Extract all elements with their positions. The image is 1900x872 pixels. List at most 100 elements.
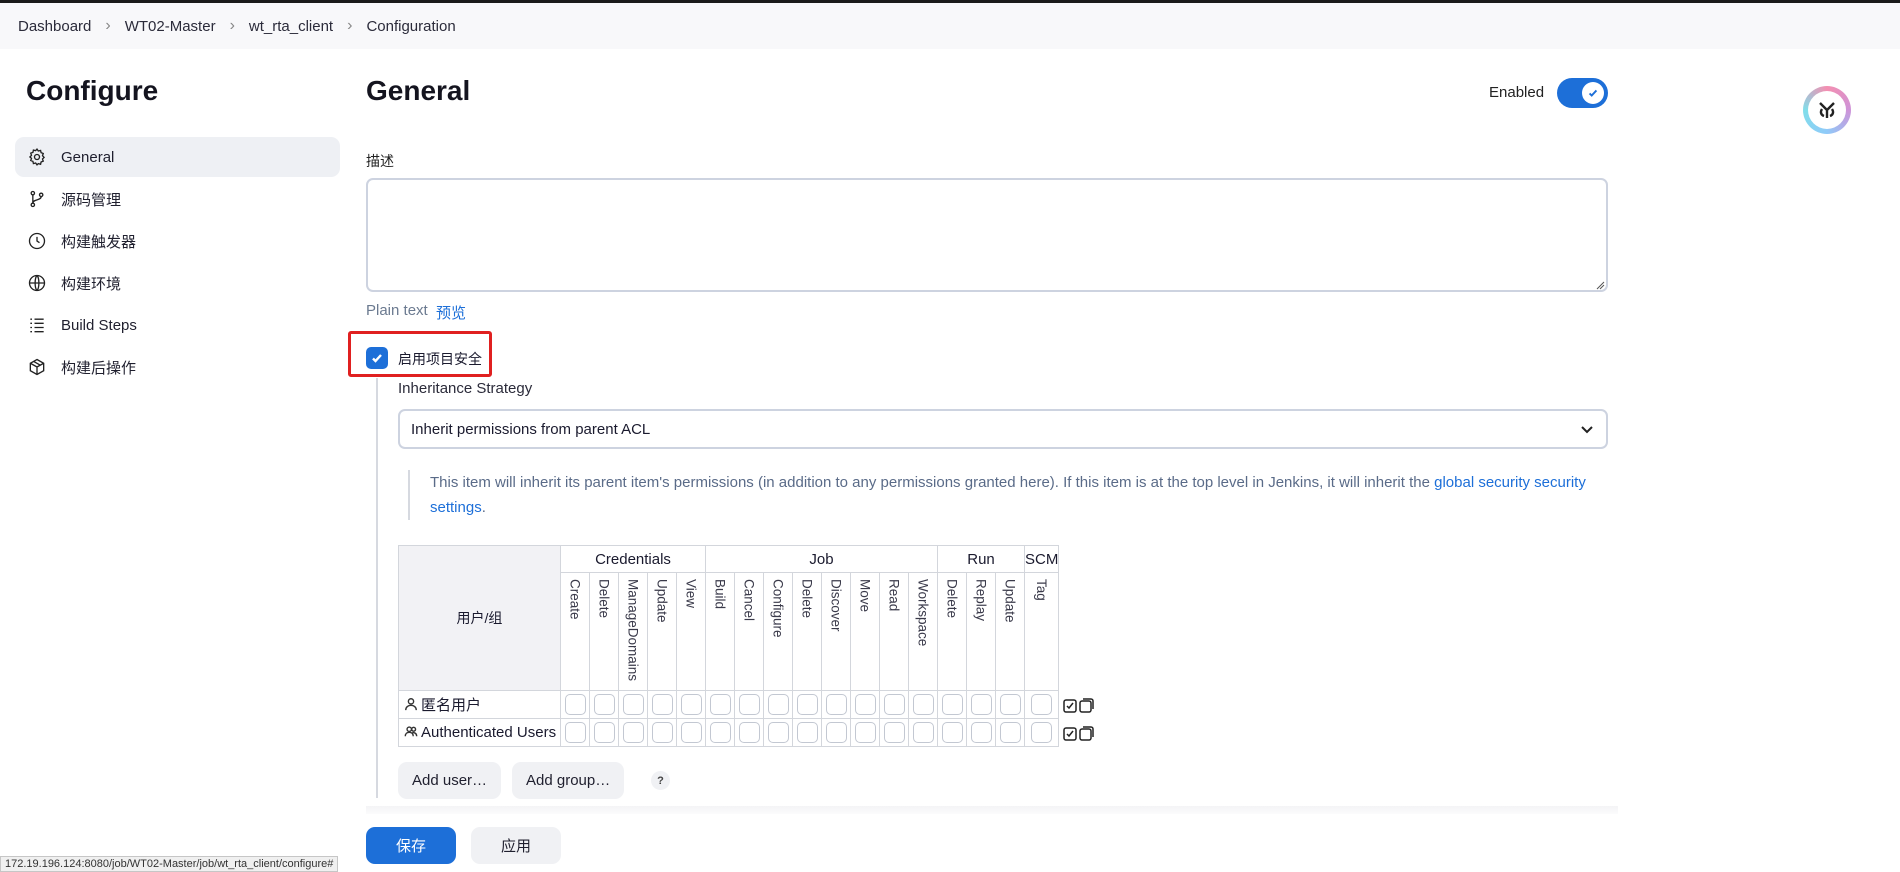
inheritance-strategy-select[interactable]: Inherit permissions from parent ACL bbox=[398, 409, 1608, 449]
add-group-button[interactable]: Add group… bbox=[512, 762, 625, 799]
permission-checkbox[interactable] bbox=[564, 722, 586, 743]
permission-column-label: Update bbox=[1002, 579, 1018, 623]
add-user-button[interactable]: Add user… bbox=[398, 762, 502, 799]
table-row: Authenticated Users bbox=[398, 718, 1096, 747]
unselect-all-icon[interactable] bbox=[1079, 726, 1095, 741]
permission-checkbox[interactable] bbox=[622, 694, 644, 715]
sidebar-item-build-steps[interactable]: Build Steps bbox=[15, 305, 340, 345]
permission-cell bbox=[850, 690, 880, 719]
permission-checkbox[interactable] bbox=[651, 694, 673, 715]
sidebar-item-post-build[interactable]: 构建后操作 bbox=[15, 347, 340, 387]
footer-divider bbox=[366, 806, 1618, 814]
permission-checkbox[interactable] bbox=[593, 694, 615, 715]
permission-checkbox[interactable] bbox=[767, 694, 789, 715]
permission-checkbox[interactable] bbox=[680, 722, 702, 743]
permission-checkbox[interactable] bbox=[970, 722, 992, 743]
permission-cell bbox=[705, 718, 735, 747]
globe-icon bbox=[26, 272, 48, 294]
permission-column-header: Update bbox=[647, 572, 677, 691]
permission-checkbox[interactable] bbox=[796, 694, 818, 715]
permission-checkbox[interactable] bbox=[564, 694, 586, 715]
permission-cell bbox=[908, 690, 938, 719]
help-icon[interactable]: ? bbox=[651, 771, 670, 790]
row-actions bbox=[1059, 719, 1096, 747]
breadcrumb-configuration[interactable]: Configuration bbox=[366, 18, 455, 35]
permission-checkbox[interactable] bbox=[941, 694, 963, 715]
permission-cell bbox=[821, 690, 851, 719]
permission-checkbox[interactable] bbox=[999, 694, 1021, 715]
breadcrumb-wt-rta-client[interactable]: wt_rta_client bbox=[249, 18, 333, 35]
permission-cell bbox=[879, 718, 909, 747]
info-quote-bar bbox=[408, 470, 410, 520]
save-button[interactable]: 保存 bbox=[366, 827, 456, 864]
permission-column-label: Discover bbox=[828, 579, 844, 632]
permission-checkbox[interactable] bbox=[854, 694, 876, 715]
permission-cell bbox=[1023, 718, 1060, 747]
permission-checkbox[interactable] bbox=[941, 722, 963, 743]
permission-column-label: Workspace bbox=[915, 579, 931, 647]
select-all-icon[interactable] bbox=[1063, 698, 1078, 713]
unselect-all-icon[interactable] bbox=[1079, 698, 1095, 713]
permission-checkbox[interactable] bbox=[680, 694, 702, 715]
permission-cell bbox=[589, 690, 619, 719]
permission-checkbox[interactable] bbox=[1031, 694, 1053, 715]
group-header-run: Run bbox=[937, 545, 1025, 573]
permission-cell bbox=[792, 718, 822, 747]
permission-checkbox[interactable] bbox=[883, 722, 905, 743]
breadcrumb-dashboard[interactable]: Dashboard bbox=[18, 18, 91, 35]
sidebar-item-scm[interactable]: 源码管理 bbox=[15, 179, 340, 219]
description-textarea[interactable] bbox=[366, 178, 1608, 292]
apply-button[interactable]: 应用 bbox=[471, 827, 561, 864]
permission-checkbox[interactable] bbox=[999, 722, 1021, 743]
permission-checkbox[interactable] bbox=[738, 694, 760, 715]
permission-checkbox[interactable] bbox=[796, 722, 818, 743]
permission-checkbox[interactable] bbox=[912, 722, 934, 743]
permission-column-header: Build bbox=[705, 572, 735, 691]
page-title: General bbox=[366, 75, 471, 106]
permission-checkbox[interactable] bbox=[767, 722, 789, 743]
permission-checkbox[interactable] bbox=[825, 722, 847, 743]
permission-column-header: View bbox=[676, 572, 706, 691]
permission-checkbox[interactable] bbox=[738, 722, 760, 743]
permission-column-label: Create bbox=[567, 579, 583, 620]
section-indent-line bbox=[376, 378, 378, 798]
sidebar-item-build-environment[interactable]: 构建环境 bbox=[15, 263, 340, 303]
group-header-job: Job bbox=[705, 545, 938, 573]
permission-checkbox[interactable] bbox=[709, 722, 731, 743]
permission-checkbox[interactable] bbox=[854, 722, 876, 743]
permission-checkbox[interactable] bbox=[1031, 722, 1053, 743]
preview-link[interactable]: 预览 bbox=[436, 302, 466, 323]
permission-checkbox[interactable] bbox=[593, 722, 615, 743]
breadcrumb-wt02-master[interactable]: WT02-Master bbox=[125, 18, 216, 35]
row-label: 匿名用户 bbox=[421, 697, 482, 714]
select-all-icon[interactable] bbox=[1063, 726, 1078, 741]
permission-cell bbox=[879, 690, 909, 719]
sidebar-item-build-triggers[interactable]: 构建触发器 bbox=[15, 221, 340, 261]
permission-checkbox[interactable] bbox=[651, 722, 673, 743]
permission-column-header: ManageDomains bbox=[618, 572, 648, 691]
jenkins-assistant-logo[interactable] bbox=[1803, 86, 1851, 134]
permission-checkbox[interactable] bbox=[622, 722, 644, 743]
resize-grip-icon[interactable] bbox=[1595, 280, 1605, 290]
enable-project-security-checkbox[interactable] bbox=[366, 347, 388, 369]
permission-column-header: Create bbox=[560, 572, 590, 691]
permission-matrix: 用户/组 Credentials Job Run SCM Create Delet… bbox=[398, 545, 1096, 747]
permission-checkbox[interactable] bbox=[970, 694, 992, 715]
permission-cell bbox=[995, 718, 1025, 747]
permission-checkbox[interactable] bbox=[825, 694, 847, 715]
permission-column-header: Delete bbox=[792, 572, 822, 691]
sidebar-item-general[interactable]: General bbox=[15, 137, 340, 177]
permission-column-label: Update bbox=[654, 579, 670, 623]
permission-column-label: Configure bbox=[770, 579, 786, 638]
permission-checkbox[interactable] bbox=[883, 694, 905, 715]
permission-column-label: Build bbox=[712, 579, 728, 610]
permission-column-label: ManageDomains bbox=[625, 579, 641, 682]
timer-icon bbox=[26, 230, 48, 252]
check-icon bbox=[372, 354, 382, 363]
enabled-toggle[interactable] bbox=[1557, 78, 1608, 108]
enable-project-security-label[interactable]: 启用项目安全 bbox=[398, 349, 482, 369]
permission-checkbox[interactable] bbox=[912, 694, 934, 715]
permission-checkbox[interactable] bbox=[709, 694, 731, 715]
permission-column-header: Tag bbox=[1023, 572, 1060, 691]
permission-cell bbox=[821, 718, 851, 747]
